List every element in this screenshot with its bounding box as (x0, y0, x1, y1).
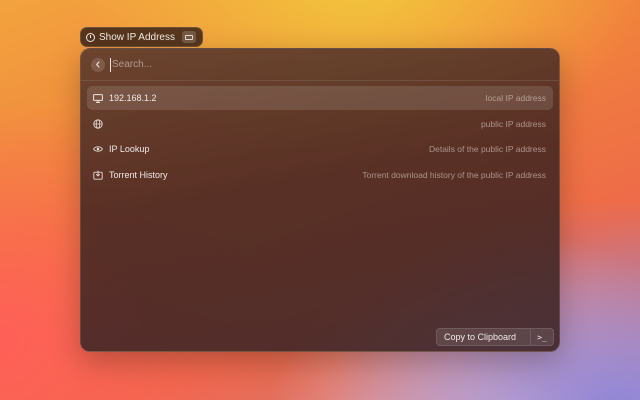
action-bar: Copy to Clipboard >_ (435, 328, 554, 346)
back-button[interactable] (91, 57, 105, 72)
list-item-torrent-history[interactable]: Torrent History Torrent download history… (87, 163, 553, 187)
list-item-ip-lookup[interactable]: IP Lookup Details of the public IP addre… (87, 137, 553, 161)
clock-icon (86, 32, 95, 42)
command-title: Show IP Address (99, 31, 175, 43)
list-item-subtitle: local IP address (485, 93, 546, 103)
terminal-icon[interactable]: >_ (531, 329, 553, 345)
raycast-window: 192.168.1.2 local IP address public IP a… (80, 48, 560, 352)
search-input[interactable] (110, 57, 414, 72)
list-item-local-ip[interactable]: 192.168.1.2 local IP address (87, 86, 553, 110)
copy-to-clipboard-button[interactable]: Copy to Clipboard (437, 329, 531, 345)
keyboard-icon[interactable] (181, 31, 196, 43)
results-list: 192.168.1.2 local IP address public IP a… (81, 81, 559, 187)
monitor-icon (93, 93, 103, 103)
command-pill[interactable]: Show IP Address (80, 27, 203, 47)
search-bar (81, 49, 559, 81)
list-item-subtitle: Torrent download history of the public I… (362, 169, 546, 180)
list-item-subtitle: Details of the public IP address (428, 144, 546, 155)
eye-icon (93, 144, 103, 154)
list-item-title: 192.168.1.2 (109, 93, 157, 103)
list-item-title: Torrent History (109, 169, 168, 180)
download-box-icon (93, 170, 103, 180)
chevron-left-icon (96, 61, 100, 68)
list-item-title: IP Lookup (109, 144, 150, 155)
list-item-subtitle: public IP address (480, 118, 546, 129)
list-item-public-ip[interactable]: public IP address (87, 112, 553, 136)
globe-icon (93, 118, 103, 129)
